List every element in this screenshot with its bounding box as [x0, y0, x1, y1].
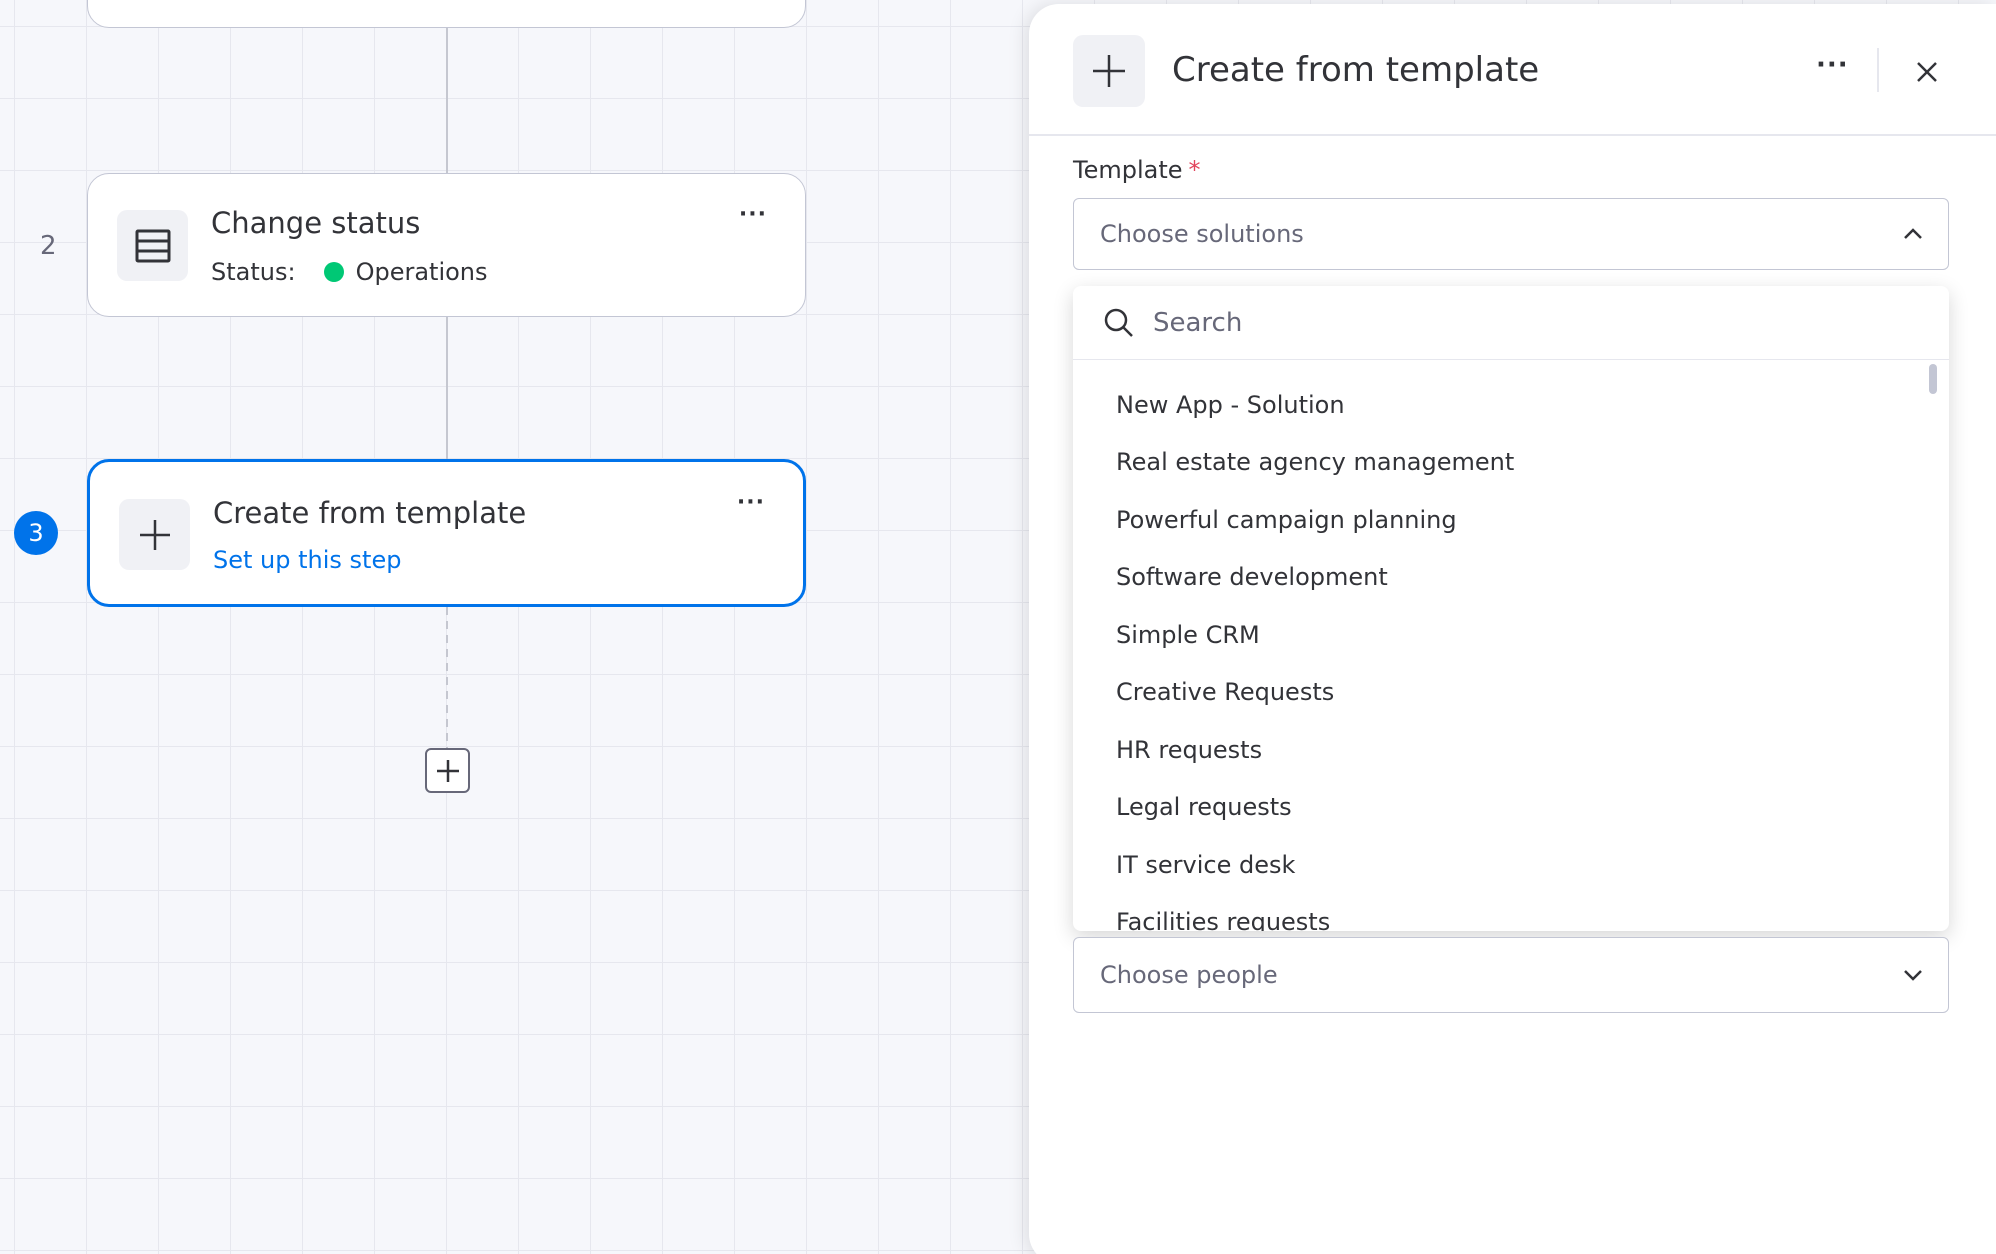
option-item[interactable]: Legal requests — [1073, 779, 1949, 837]
connector-line — [446, 28, 448, 173]
divider — [1877, 48, 1879, 92]
status-row: Status: Operations — [211, 258, 488, 286]
people-select[interactable]: Choose people — [1073, 937, 1949, 1013]
chevron-up-icon — [1902, 227, 1924, 241]
status-label: Status: — [211, 258, 296, 286]
step-more-button[interactable]: ··· — [739, 202, 767, 227]
panel-header: Create from template ··· — [1029, 4, 1996, 136]
step-card-1[interactable] — [87, 0, 806, 28]
panel-more-button[interactable]: ··· — [1816, 50, 1849, 80]
required-mark: * — [1188, 156, 1201, 184]
dropdown-search — [1073, 286, 1949, 360]
step-title: Create from template — [213, 496, 527, 530]
step-title: Change status — [211, 206, 421, 240]
plus-icon — [436, 759, 459, 782]
close-icon — [1917, 62, 1937, 82]
close-button[interactable] — [1909, 54, 1945, 90]
option-item[interactable]: Facilities requests — [1073, 894, 1949, 931]
options-list: New App - Solution Real estate agency ma… — [1073, 360, 1949, 931]
table-icon — [117, 210, 188, 281]
option-item[interactable]: Software development — [1073, 549, 1949, 607]
chevron-down-icon — [1902, 968, 1924, 982]
option-item[interactable]: Simple CRM — [1073, 606, 1949, 664]
side-panel: Create from template ··· Template * Choos… — [1029, 4, 1996, 1254]
search-input[interactable] — [1153, 307, 1933, 338]
template-select-value: Choose solutions — [1100, 220, 1304, 248]
plus-icon — [119, 499, 190, 570]
connector-line-dashed — [446, 607, 448, 748]
step-more-button[interactable]: ··· — [737, 490, 765, 515]
people-select-value: Choose people — [1100, 961, 1278, 989]
option-item[interactable]: New App - Solution — [1073, 376, 1949, 434]
search-icon — [1104, 308, 1133, 337]
plus-icon — [1073, 35, 1145, 107]
connector-line — [446, 317, 448, 459]
status-dot — [323, 262, 344, 282]
step-card-change-status[interactable]: Change status ··· Status: Operations — [87, 173, 806, 317]
status-value: Operations — [355, 258, 488, 286]
add-step-button[interactable] — [425, 748, 470, 793]
option-item[interactable]: HR requests — [1073, 721, 1949, 779]
step-number-badge: 3 — [14, 511, 58, 555]
template-field-label: Template * — [1073, 156, 1201, 184]
option-item[interactable]: Creative Requests — [1073, 664, 1949, 722]
option-item[interactable]: Real estate agency management — [1073, 434, 1949, 492]
step-number: 2 — [40, 231, 57, 261]
panel-title: Create from template — [1172, 50, 1540, 90]
setup-step-link[interactable]: Set up this step — [213, 546, 401, 574]
template-select[interactable]: Choose solutions — [1073, 198, 1949, 270]
option-item[interactable]: Powerful campaign planning — [1073, 491, 1949, 549]
template-label-text: Template — [1073, 156, 1183, 184]
scrollbar[interactable] — [1929, 364, 1937, 394]
template-dropdown: New App - Solution Real estate agency ma… — [1073, 286, 1949, 931]
option-item[interactable]: IT service desk — [1073, 836, 1949, 894]
step-card-create-from-template[interactable]: Create from template ··· Set up this ste… — [87, 459, 806, 607]
